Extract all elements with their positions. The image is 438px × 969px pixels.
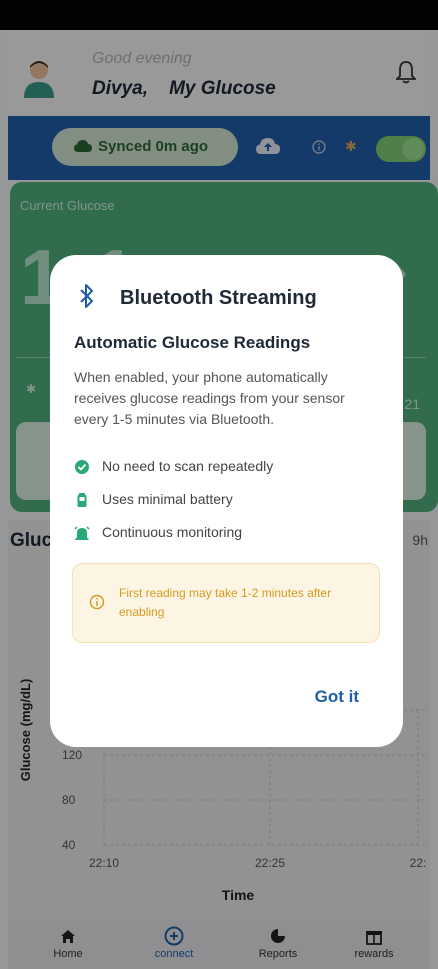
- note-text: First reading may take 1-2 minutes after…: [119, 586, 332, 619]
- feature-label: Uses minimal battery: [102, 491, 233, 507]
- check-circle-icon: [75, 460, 89, 474]
- dialog-body-text: When enabled, your phone automatically r…: [74, 369, 345, 427]
- dialog-title: Bluetooth Streaming: [120, 287, 317, 309]
- dialog-subtitle: Automatic Glucose Readings: [74, 333, 311, 352]
- battery-icon: [77, 493, 87, 507]
- feature-label: No need to scan repeatedly: [102, 458, 274, 474]
- info-circle-icon: [89, 594, 105, 610]
- feature-label: Continuous monitoring: [102, 524, 243, 540]
- bluetooth-icon: [80, 284, 93, 308]
- first-reading-note: First reading may take 1-2 minutes after…: [72, 563, 380, 643]
- bluetooth-streaming-dialog: Bluetooth Streaming Automatic Glucose Re…: [50, 255, 403, 747]
- got-it-button[interactable]: Got it: [315, 687, 359, 707]
- alarm-icon: [74, 526, 90, 540]
